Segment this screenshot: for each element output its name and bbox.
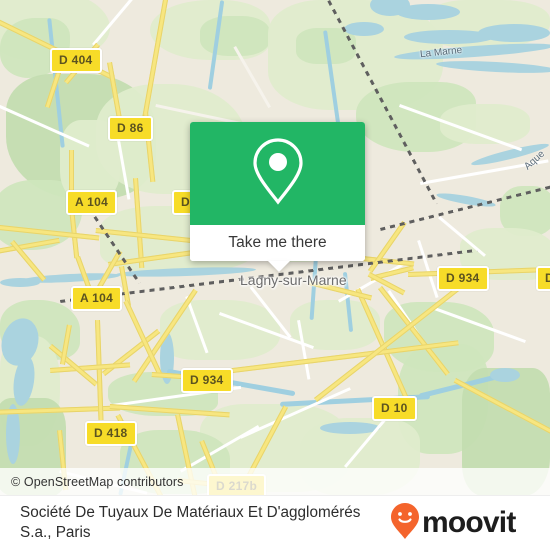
popup-pointer [268,261,290,272]
popup-icon-panel [190,122,365,225]
map-water [396,4,460,20]
road-shield-d86[interactable]: D 86 [108,116,153,141]
map-water [478,24,550,42]
road-shield-a104[interactable]: A 104 [66,190,118,215]
road-shield-d404[interactable]: D 404 [50,48,102,73]
page-footer: Société De Tuyaux De Matériaux Et D'aggl… [0,495,550,550]
map-attribution-bar: © OpenStreetMap contributors [0,468,550,495]
road-shield-d934-east[interactable]: D 934 [437,266,489,291]
take-me-there-label: Take me there [228,234,327,251]
map-water [344,22,384,36]
road-shield-a104-south[interactable]: A 104 [71,286,123,311]
moovit-wordmark: moovit [422,506,516,539]
page-title: Société De Tuyaux De Matériaux Et D'aggl… [20,503,361,541]
road-shield-d10[interactable]: D 10 [372,396,417,421]
popup-action-bar[interactable]: Take me there [190,225,365,261]
road-shield-d418[interactable]: D 418 [85,421,137,446]
moovit-brand[interactable]: moovit [390,502,530,545]
map-water [490,368,520,382]
location-popup-card[interactable]: Take me there [190,122,365,272]
osm-attribution-text[interactable]: © OpenStreetMap contributors [0,475,184,489]
map-pin-icon [249,136,307,211]
map-page: La Marne Aque D 404 D 86 A 104 D 86 A 10… [0,0,550,550]
map-canvas[interactable]: La Marne Aque D 404 D 86 A 104 D 86 A 10… [0,0,550,495]
moovit-pin-icon [390,502,420,545]
road-shield-d-clipped[interactable]: D [536,266,550,291]
road-shield-d934-south[interactable]: D 934 [181,368,233,393]
place-label-lagny-sur-marne: Lagny-sur-Marne [240,272,347,288]
